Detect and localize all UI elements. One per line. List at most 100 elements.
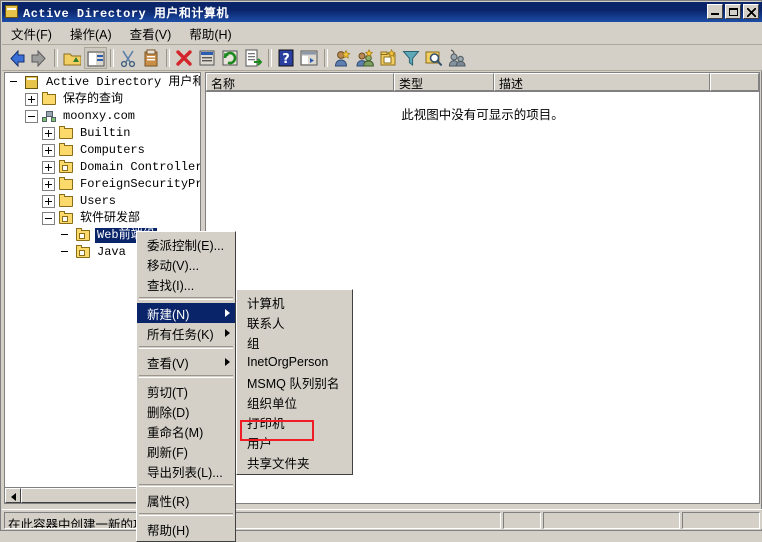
list-column-header[interactable] bbox=[710, 73, 759, 91]
status-panel-2 bbox=[503, 512, 541, 529]
tree-expander-plus[interactable] bbox=[42, 195, 55, 208]
tree-node[interactable]: Active Directory 用户和计算机 bbox=[5, 74, 200, 91]
cut-icon[interactable] bbox=[117, 47, 140, 69]
menu-help[interactable]: 帮助(H) bbox=[180, 22, 240, 45]
tree-node[interactable]: moonxy.com bbox=[5, 108, 200, 125]
menu-export-list[interactable]: 导出列表(L)... bbox=[137, 461, 235, 481]
context-menu[interactable]: 委派控制(E)... 移动(V)... 查找(I)... 新建(N) 所有任务(K) 查看… bbox=[136, 231, 236, 542]
new-user[interactable]: 用户 bbox=[237, 432, 352, 452]
minimize-button[interactable] bbox=[707, 4, 723, 19]
folder-icon bbox=[58, 194, 74, 209]
submenu-arrow-icon bbox=[225, 329, 230, 337]
menu-delete[interactable]: 删除(D) bbox=[137, 401, 235, 421]
new-computer[interactable]: 计算机 bbox=[237, 292, 352, 312]
submenu-arrow-icon bbox=[225, 358, 230, 366]
toolbar: ? bbox=[2, 45, 762, 71]
menu-separator bbox=[139, 297, 233, 300]
menu-rename[interactable]: 重命名(M) bbox=[137, 421, 235, 441]
tree-expander-none bbox=[59, 246, 72, 259]
list-column-header[interactable]: 描述 bbox=[494, 73, 710, 91]
tree-node-label: ForeignSecurityPrincip bbox=[80, 177, 200, 191]
new-contact[interactable]: 联系人 bbox=[237, 312, 352, 332]
tree-node[interactable]: Computers bbox=[5, 142, 200, 159]
saved-query-icon[interactable] bbox=[446, 47, 469, 69]
menu-new[interactable]: 新建(N) bbox=[137, 303, 235, 323]
menu-action[interactable]: 操作(A) bbox=[61, 22, 121, 45]
tree-node-label: Java bbox=[97, 245, 126, 259]
tree-expander-plus[interactable] bbox=[42, 178, 55, 191]
menu-cut[interactable]: 剪切(T) bbox=[137, 381, 235, 401]
new-printer[interactable]: 打印机 bbox=[237, 412, 352, 432]
menu-item-label: 帮助(H) bbox=[147, 523, 190, 538]
delete-icon[interactable] bbox=[173, 47, 196, 69]
tree-node[interactable]: Domain Controllers bbox=[5, 159, 200, 176]
new-group[interactable]: 组 bbox=[237, 332, 352, 352]
find-icon[interactable] bbox=[423, 47, 446, 69]
menu-find[interactable]: 查找(I)... bbox=[137, 274, 235, 294]
tree-node-label: 保存的查询 bbox=[63, 92, 124, 106]
export-list-icon[interactable] bbox=[242, 47, 265, 69]
tree-node[interactable]: 保存的查询 bbox=[5, 91, 200, 108]
menu-help-item[interactable]: 帮助(H) bbox=[137, 519, 235, 539]
menu-properties[interactable]: 属性(R) bbox=[137, 490, 235, 510]
menu-view-sub[interactable]: 查看(V) bbox=[137, 352, 235, 372]
menu-item-label: 重命名(M) bbox=[147, 425, 204, 440]
tree-expander-plus[interactable] bbox=[42, 144, 55, 157]
menu-file[interactable]: 文件(F) bbox=[2, 22, 61, 45]
menu-delegate-control[interactable]: 委派控制(E)... bbox=[137, 234, 235, 254]
ad-users-and-computers-window: Active Directory 用户和计算机 文件(F) 操作(A) 查看(V) 帮… bbox=[0, 0, 762, 542]
menu-item-label: 属性(R) bbox=[147, 494, 190, 509]
maximize-button[interactable] bbox=[725, 4, 741, 19]
new-submenu[interactable]: 计算机联系人组 InetOrgPerson MSMQ 队列别名 组织单位 打印机 用户 共享… bbox=[236, 289, 353, 475]
new-msmq-queue-alias[interactable]: MSMQ 队列别名 bbox=[237, 372, 352, 392]
menu-all-tasks[interactable]: 所有任务(K) bbox=[137, 323, 235, 343]
toolbar-separator bbox=[54, 48, 58, 67]
show-hide-tree-icon[interactable] bbox=[84, 46, 107, 69]
empty-view-message: 此视图中没有可显示的项目。 bbox=[401, 108, 564, 122]
tree-expander-minus[interactable] bbox=[42, 212, 55, 225]
status-panel-4 bbox=[682, 512, 760, 529]
menu-item-label: 委派控制(E)... bbox=[147, 238, 225, 253]
tree-expander-minus[interactable] bbox=[25, 110, 38, 123]
ou-folder-icon bbox=[58, 160, 74, 175]
tree-node[interactable]: Builtin bbox=[5, 125, 200, 142]
tree-node[interactable]: Users bbox=[5, 193, 200, 210]
tree-expander-plus[interactable] bbox=[25, 93, 38, 106]
new-shared-folder[interactable]: 共享文件夹 bbox=[237, 452, 352, 472]
menu-item-label: 新建(N) bbox=[147, 307, 190, 322]
new-organizational-unit[interactable]: 组织单位 bbox=[237, 392, 352, 412]
paste-icon[interactable] bbox=[140, 47, 163, 69]
new-ou-icon[interactable] bbox=[377, 47, 400, 69]
console-view-icon[interactable] bbox=[298, 47, 321, 69]
menu-item-label: 删除(D) bbox=[147, 405, 190, 420]
tree-node[interactable]: 软件研发部 bbox=[5, 210, 200, 227]
menu-view[interactable]: 查看(V) bbox=[121, 22, 181, 45]
filter-icon[interactable] bbox=[400, 47, 423, 69]
status-message: 在此容器中创建一新的项目。 bbox=[4, 512, 501, 529]
scroll-left-button[interactable] bbox=[5, 488, 21, 503]
tree-node-label: moonxy.com bbox=[63, 109, 136, 123]
tree-expander-plus[interactable] bbox=[42, 127, 55, 140]
tree-expander-plus[interactable] bbox=[42, 161, 55, 174]
back-icon[interactable] bbox=[5, 47, 28, 69]
new-group-icon[interactable] bbox=[354, 47, 377, 69]
list-column-header[interactable]: 名称 bbox=[206, 73, 394, 91]
new-inetorgperson[interactable]: InetOrgPerson bbox=[237, 352, 352, 372]
tree-node-label: Domain Controllers bbox=[80, 160, 201, 174]
tree-node[interactable]: ForeignSecurityPrincip bbox=[5, 176, 200, 193]
up-one-level-icon[interactable] bbox=[61, 47, 84, 69]
toolbar-separator bbox=[324, 48, 328, 67]
properties-icon[interactable] bbox=[196, 47, 219, 69]
forward-icon[interactable] bbox=[28, 47, 51, 69]
close-button[interactable] bbox=[743, 4, 759, 19]
new-user-icon[interactable] bbox=[331, 47, 354, 69]
list-column-header[interactable]: 类型 bbox=[394, 73, 494, 91]
refresh-icon[interactable] bbox=[219, 47, 242, 69]
menu-refresh[interactable]: 刷新(F) bbox=[137, 441, 235, 461]
window-controls bbox=[707, 4, 759, 19]
title-bar[interactable]: Active Directory 用户和计算机 bbox=[2, 2, 762, 22]
menu-item-label: 联系人 bbox=[247, 316, 285, 331]
menu-move[interactable]: 移动(V)... bbox=[137, 254, 235, 274]
submenu-arrow-icon bbox=[225, 309, 230, 317]
help-icon[interactable]: ? bbox=[275, 47, 298, 69]
